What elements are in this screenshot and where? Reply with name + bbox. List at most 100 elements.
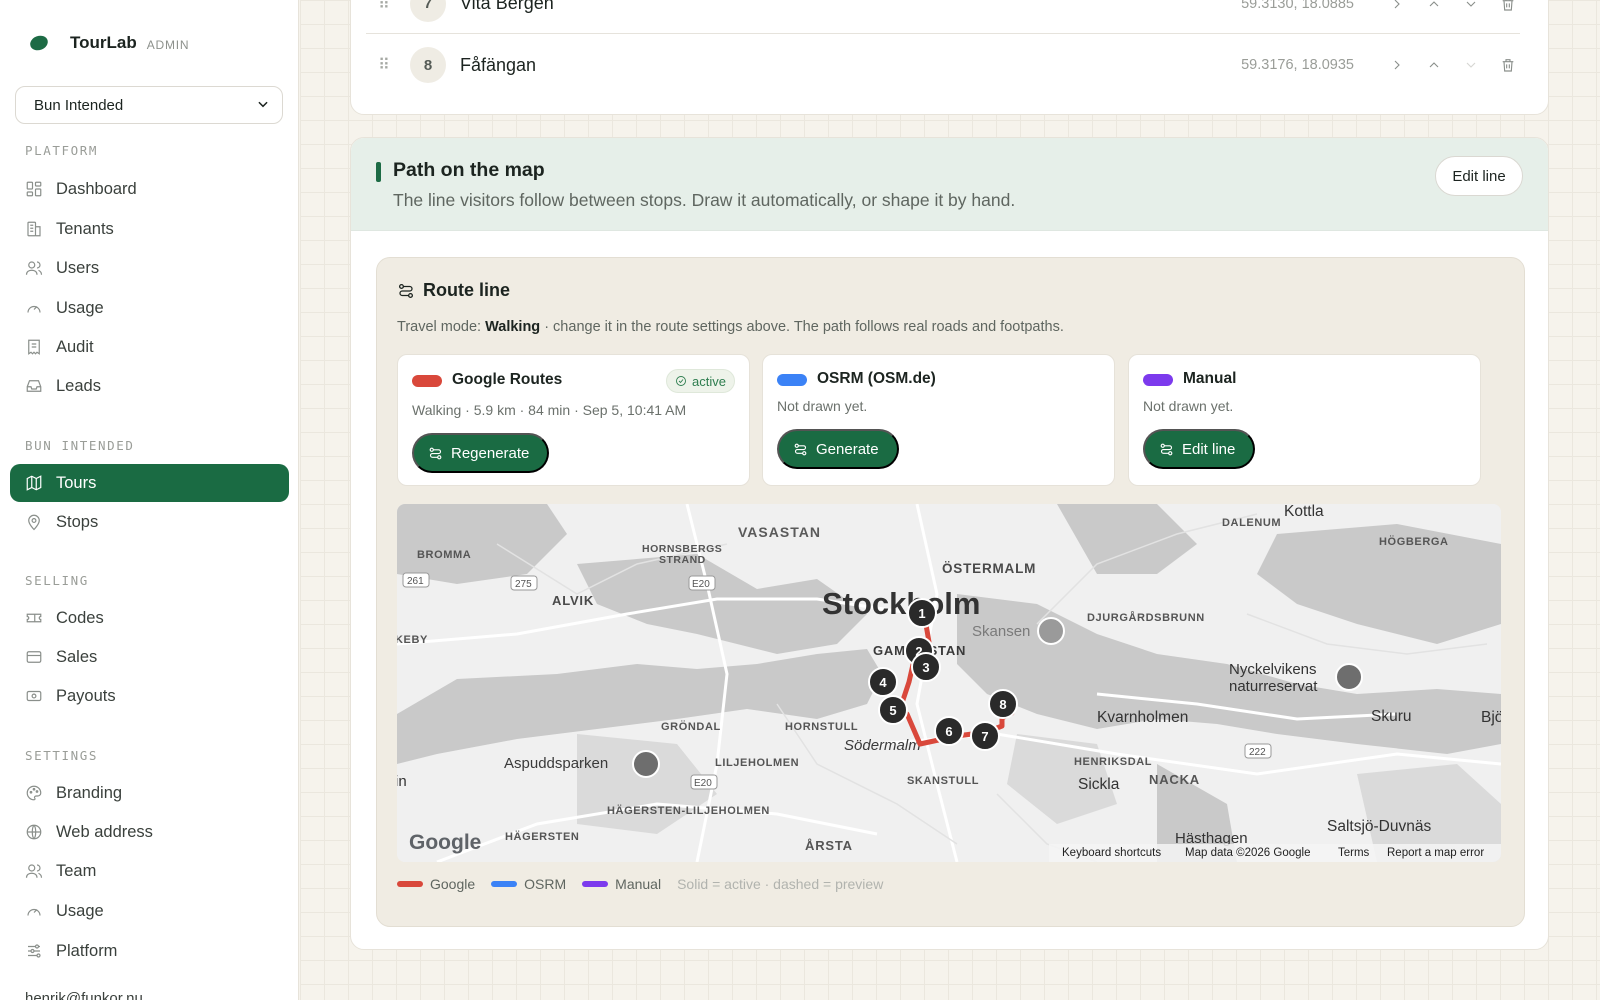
stop-marker[interactable]: 3	[911, 652, 941, 682]
chevron-down-icon[interactable]	[1459, 0, 1483, 16]
nav-section-bun-intended: BUN INTENDED	[25, 438, 135, 453]
route-map[interactable]: VASASTAN HORNSBERGS STRAND BROMMA ALVIK …	[397, 504, 1501, 862]
map-label-grondal: GRÖNDAL	[661, 720, 721, 733]
terms-link[interactable]: Terms	[1338, 847, 1370, 859]
nav-item-label: Dashboard	[56, 179, 137, 198]
legend-label: Google	[430, 876, 476, 892]
path-header: Path on the map The line visitors follow…	[351, 138, 1548, 231]
path-title: Path on the map	[393, 159, 545, 181]
drag-handle-icon[interactable]: ⠿	[376, 55, 392, 75]
tenant-select-value: Bun Intended	[34, 96, 124, 114]
brand-name: TourLab	[70, 33, 137, 52]
museum-poi-icon	[1037, 617, 1065, 645]
stop-marker[interactable]: 8	[988, 689, 1018, 719]
stop-marker[interactable]: 5	[878, 695, 908, 725]
manual-edit-line-button[interactable]: Edit line	[1143, 429, 1256, 469]
legend-swatch-osrm	[491, 881, 518, 887]
stop-marker[interactable]: 1	[907, 598, 937, 628]
map-canvas[interactable]: VASASTAN HORNSBERGS STRAND BROMMA ALVIK …	[397, 504, 1501, 862]
road-shield-label: E20	[692, 579, 710, 590]
accent-bar	[376, 162, 381, 182]
gauge-icon	[25, 902, 43, 920]
keyboard-shortcuts-link[interactable]: Keyboard shortcuts	[1062, 847, 1161, 859]
brand[interactable]: TourLab ADMIN	[28, 30, 189, 56]
nav-item-usage[interactable]: Usage	[10, 289, 289, 327]
generate-button-label: Generate	[816, 440, 879, 458]
park-poi-icon	[632, 750, 660, 778]
tenant-select[interactable]: Bun Intended	[15, 86, 283, 124]
stop-number: 8	[410, 47, 446, 83]
provider-card-manual: Manual Not drawn yet. Edit line	[1128, 354, 1481, 486]
nav-item-users[interactable]: Users	[10, 249, 289, 287]
nav-item-dashboard[interactable]: Dashboard	[10, 170, 289, 208]
legend-label: OSRM	[524, 876, 567, 892]
nav-item-stops[interactable]: Stops	[10, 503, 289, 541]
map-label-nyckelvikens: Nyckelvikens	[1229, 661, 1317, 678]
edit-line-button[interactable]: Edit line	[1435, 156, 1523, 196]
road-shield-label: 222	[1249, 747, 1266, 758]
ticket-icon	[25, 609, 43, 627]
nav-item-web-address[interactable]: Web address	[10, 813, 289, 851]
report-error-link[interactable]: Report a map error	[1387, 847, 1484, 859]
nav-item-team[interactable]: Team	[10, 852, 289, 890]
legend-label: Manual	[615, 876, 662, 892]
chevron-right-icon[interactable]	[1385, 0, 1409, 16]
trash-icon[interactable]	[1496, 0, 1520, 16]
map-label-hagersten: HÄGERSTEN	[505, 830, 579, 843]
stop-marker[interactable]: 6	[934, 716, 964, 746]
map-label-nacka: NACKA	[1149, 772, 1200, 787]
map-label-bromma: BROMMA	[417, 549, 471, 561]
banknote-icon	[25, 687, 43, 705]
generate-button[interactable]: Generate	[777, 429, 899, 469]
provider-name: Google Routes	[452, 371, 563, 388]
map-label-aspuddsparken: Aspuddsparken	[504, 755, 608, 772]
nav-item-tenants[interactable]: Tenants	[10, 210, 289, 248]
map-label-hagersten-liljeholmen: HÄGERSTEN-LILJEHOLMEN	[607, 804, 770, 817]
nav-section-selling: SELLING	[25, 573, 89, 588]
trash-icon[interactable]	[1496, 53, 1520, 77]
travel-mode-suffix: · change it in the route settings above.…	[544, 319, 1064, 335]
nav-item-sales[interactable]: Sales	[10, 638, 289, 676]
chevron-right-icon[interactable]	[1385, 53, 1409, 77]
palette-icon	[25, 784, 43, 802]
stop-row[interactable]: ⠿ 7 Vita Bergen 59.3130, 18.0885	[366, 0, 1520, 34]
inbox-icon	[25, 377, 43, 395]
stop-row[interactable]: ⠿ 8 Fåfängan 59.3176, 18.0935	[366, 35, 1520, 95]
regenerate-button-label: Regenerate	[451, 444, 530, 462]
road-shield-label: E20	[694, 778, 712, 789]
nav-item-label: Branding	[56, 783, 123, 802]
nav-item-platform[interactable]: Platform	[10, 932, 289, 970]
nav-item-leads[interactable]: Leads	[10, 367, 289, 405]
nav-item-label: Web address	[56, 822, 153, 841]
user-email[interactable]: henrik@funkor.nu	[25, 990, 143, 1000]
map-label-hogberga: HÖGBERGA	[1379, 535, 1449, 548]
stop-marker-label: 8	[999, 697, 1006, 712]
manual-edit-line-label: Edit line	[1182, 440, 1236, 458]
nav-item-tours[interactable]: Tours	[10, 464, 289, 502]
chevron-up-icon[interactable]	[1422, 53, 1446, 77]
route-legend: Google OSRM Manual Solid = active · dash…	[397, 874, 883, 894]
nav-item-usage-settings[interactable]: Usage	[10, 892, 289, 930]
stop-marker-label: 1	[918, 606, 925, 621]
stop-marker-label: 5	[889, 703, 896, 718]
nav-item-codes[interactable]: Codes	[10, 599, 289, 637]
route-line-panel: Route line Travel mode: Walking · change…	[376, 257, 1525, 927]
nav-item-label: Tours	[56, 473, 97, 492]
provider-name: OSRM (OSM.de)	[817, 370, 936, 387]
drag-handle-icon[interactable]: ⠿	[376, 0, 392, 14]
brand-logo-icon	[28, 33, 50, 53]
main-content: ⠿ 7 Vita Bergen 59.3130, 18.0885 ⠿ 8 Fåf…	[300, 0, 1600, 1000]
nav-item-audit[interactable]: Audit	[10, 328, 289, 366]
status-badge: active	[666, 369, 735, 393]
provider-card-osrm: OSRM (OSM.de) Not drawn yet. Generate	[762, 354, 1115, 486]
regenerate-button[interactable]: Regenerate	[412, 433, 550, 473]
stop-marker[interactable]: 7	[970, 721, 1000, 751]
park-poi-icon	[1335, 663, 1363, 691]
nav-item-label: Codes	[56, 608, 104, 627]
stop-marker[interactable]: 4	[868, 667, 898, 697]
nav-item-payouts[interactable]: Payouts	[10, 677, 289, 715]
pin-icon	[25, 513, 43, 531]
nav-item-branding[interactable]: Branding	[10, 774, 289, 812]
legend-note: Solid = active · dashed = preview	[677, 876, 884, 892]
chevron-up-icon[interactable]	[1422, 0, 1446, 16]
